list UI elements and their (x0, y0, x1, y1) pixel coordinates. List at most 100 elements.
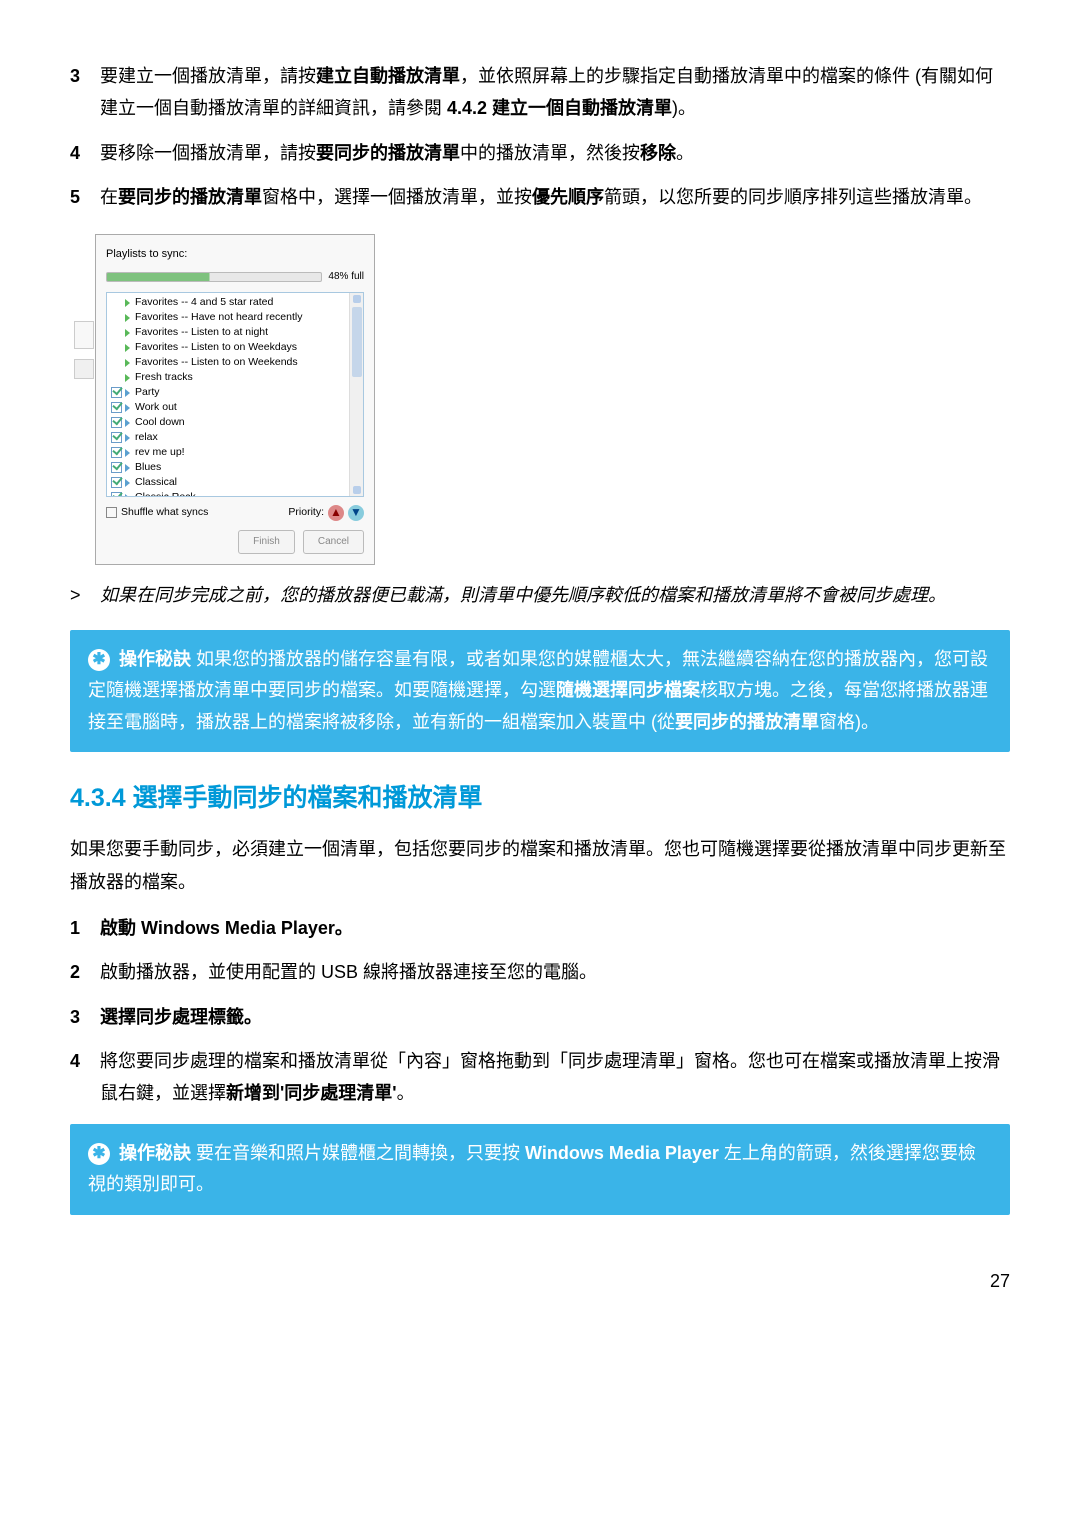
playlist-name: Favorites -- Have not heard recently (135, 310, 303, 325)
play-icon (125, 314, 130, 322)
tip-icon: ✱ (88, 1143, 110, 1165)
step-b3: 3 選擇同步處理標籤。 (70, 1001, 1010, 1033)
step-text: 在要同步的播放清單窗格中，選擇一個播放清單，並按優先順序箭頭，以您所要的同步順序… (100, 181, 1010, 213)
step-number: 5 (70, 181, 100, 213)
step-3: 3 要建立一個播放清單，請按建立自動播放清單，並依照屏幕上的步驟指定自動播放清單… (70, 60, 1010, 125)
step-b4: 4 將您要同步處理的檔案和播放清單從「內容」窗格拖動到「同步處理清單」窗格。您也… (70, 1045, 1010, 1110)
checkbox-icon[interactable] (111, 462, 122, 473)
step-number: 3 (70, 1001, 100, 1033)
play-icon (125, 299, 130, 307)
checkbox-icon (106, 507, 117, 518)
playlist-name: Work out (135, 400, 177, 415)
play-icon (125, 479, 130, 487)
tip-label: 操作秘訣 (119, 649, 191, 669)
tip-box-1: ✱ 操作秘訣 如果您的播放器的儲存容量有限，或者如果您的媒體櫃太大，無法繼續容納… (70, 630, 1010, 753)
step-5: 5 在要同步的播放清單窗格中，選擇一個播放清單，並按優先順序箭頭，以您所要的同步… (70, 181, 1010, 213)
cancel-button[interactable]: Cancel (303, 530, 364, 554)
section-heading-434: 4.3.4 選擇手動同步的檔案和播放清單 (70, 776, 1010, 821)
checkbox-icon[interactable] (111, 492, 122, 497)
play-icon (125, 464, 130, 472)
playlist-name: Classical (135, 475, 177, 490)
step-number: 4 (70, 1045, 100, 1110)
playlist-item[interactable]: Classic Rock (107, 490, 363, 497)
tip-box-2: ✱ 操作秘訣 要在音樂和照片媒體櫃之間轉換，只要按 Windows Media … (70, 1124, 1010, 1215)
priority-label: Priority: (288, 503, 324, 522)
capacity-bar (106, 272, 322, 282)
panel-title: Playlists to sync: (106, 245, 364, 265)
play-icon (125, 344, 130, 352)
play-icon (125, 359, 130, 367)
shuffle-label: Shuffle what syncs (121, 503, 208, 522)
playlist-item[interactable]: Favorites -- Have not heard recently (107, 310, 363, 325)
play-icon (125, 494, 130, 498)
checkbox-icon[interactable] (111, 447, 122, 458)
priority-controls: Priority: ▲ ▼ (288, 503, 364, 522)
finish-button[interactable]: Finish (238, 530, 295, 554)
playlist-name: Cool down (135, 415, 185, 430)
tip-icon: ✱ (88, 649, 110, 671)
checkbox-icon[interactable] (111, 477, 122, 488)
capacity-text: 48% full (328, 268, 364, 286)
scrollbar[interactable] (349, 293, 363, 496)
step-text: 要建立一個播放清單，請按建立自動播放清單，並依照屏幕上的步驟指定自動播放清單中的… (100, 60, 1010, 125)
playlist-name: relax (135, 430, 158, 445)
play-icon (125, 434, 130, 442)
step-text: 將您要同步處理的檔案和播放清單從「內容」窗格拖動到「同步處理清單」窗格。您也可在… (100, 1045, 1010, 1110)
step-b2: 2 啟動播放器，並使用配置的 USB 線將播放器連接至您的電腦。 (70, 956, 1010, 988)
steps-bottom: 1 啟動 Windows Media Player。 2 啟動播放器，並使用配置… (70, 912, 1010, 1110)
checkbox-icon[interactable] (111, 432, 122, 443)
playlist-item[interactable]: Fresh tracks (107, 370, 363, 385)
playlist-listbox[interactable]: Favorites -- 4 and 5 star ratedFavorites… (106, 292, 364, 497)
playlist-name: Favorites -- Listen to at night (135, 325, 268, 340)
note: > 如果在同步完成之前，您的播放器便已載滿，則清單中優先順序較低的檔案和播放清單… (70, 579, 1010, 611)
playlist-name: Classic Rock (135, 490, 196, 497)
play-icon (125, 419, 130, 427)
checkbox-icon[interactable] (111, 417, 122, 428)
shuffle-checkbox[interactable]: Shuffle what syncs (106, 503, 208, 522)
step-number: 2 (70, 956, 100, 988)
playlist-item[interactable]: Party (107, 385, 363, 400)
playlist-item[interactable]: rev me up! (107, 445, 363, 460)
playlist-item[interactable]: Favorites -- Listen to at night (107, 325, 363, 340)
playlists-sync-screenshot: Playlists to sync: 48% full Favorites --… (95, 234, 375, 566)
steps-top: 3 要建立一個播放清單，請按建立自動播放清單，並依照屏幕上的步驟指定自動播放清單… (70, 60, 1010, 214)
left-tab-a (74, 321, 94, 349)
playlist-item[interactable]: Favorites -- 4 and 5 star rated (107, 295, 363, 310)
note-text: 如果在同步完成之前，您的播放器便已載滿，則清單中優先順序較低的檔案和播放清單將不… (100, 579, 1010, 611)
step-text: 要移除一個播放清單，請按要同步的播放清單中的播放清單，然後按移除。 (100, 137, 1010, 169)
playlist-name: Favorites -- Listen to on Weekdays (135, 340, 297, 355)
dialog-buttons: Finish Cancel (106, 530, 364, 554)
capacity-row: 48% full (106, 268, 364, 286)
step-text: 選擇同步處理標籤。 (100, 1001, 1010, 1033)
note-marker: > (70, 579, 100, 611)
page-number: 27 (70, 1265, 1010, 1297)
step-text: 啟動 Windows Media Player。 (100, 912, 1010, 944)
tip-label: 操作秘訣 (119, 1143, 191, 1163)
play-icon (125, 404, 130, 412)
step-number: 3 (70, 60, 100, 125)
step-b1: 1 啟動 Windows Media Player。 (70, 912, 1010, 944)
left-tabs (74, 321, 94, 391)
playlist-item[interactable]: Favorites -- Listen to on Weekends (107, 355, 363, 370)
playlist-name: Party (135, 385, 160, 400)
playlist-name: rev me up! (135, 445, 185, 460)
playlist-item[interactable]: Classical (107, 475, 363, 490)
playlist-name: Favorites -- 4 and 5 star rated (135, 295, 273, 310)
playlist-item[interactable]: Cool down (107, 415, 363, 430)
priority-down-button[interactable]: ▼ (348, 505, 364, 521)
playlist-item[interactable]: Work out (107, 400, 363, 415)
checkbox-icon[interactable] (111, 387, 122, 398)
playlist-item[interactable]: relax (107, 430, 363, 445)
playlist-item[interactable]: Blues (107, 460, 363, 475)
play-icon (125, 389, 130, 397)
play-icon (125, 374, 130, 382)
playlist-item[interactable]: Favorites -- Listen to on Weekdays (107, 340, 363, 355)
playlist-name: Favorites -- Listen to on Weekends (135, 355, 298, 370)
play-icon (125, 449, 130, 457)
checkbox-icon[interactable] (111, 402, 122, 413)
priority-up-button[interactable]: ▲ (328, 505, 344, 521)
step-4: 4 要移除一個播放清單，請按要同步的播放清單中的播放清單，然後按移除。 (70, 137, 1010, 169)
playlist-name: Blues (135, 460, 161, 475)
play-icon (125, 329, 130, 337)
step-text: 啟動播放器，並使用配置的 USB 線將播放器連接至您的電腦。 (100, 956, 1010, 988)
